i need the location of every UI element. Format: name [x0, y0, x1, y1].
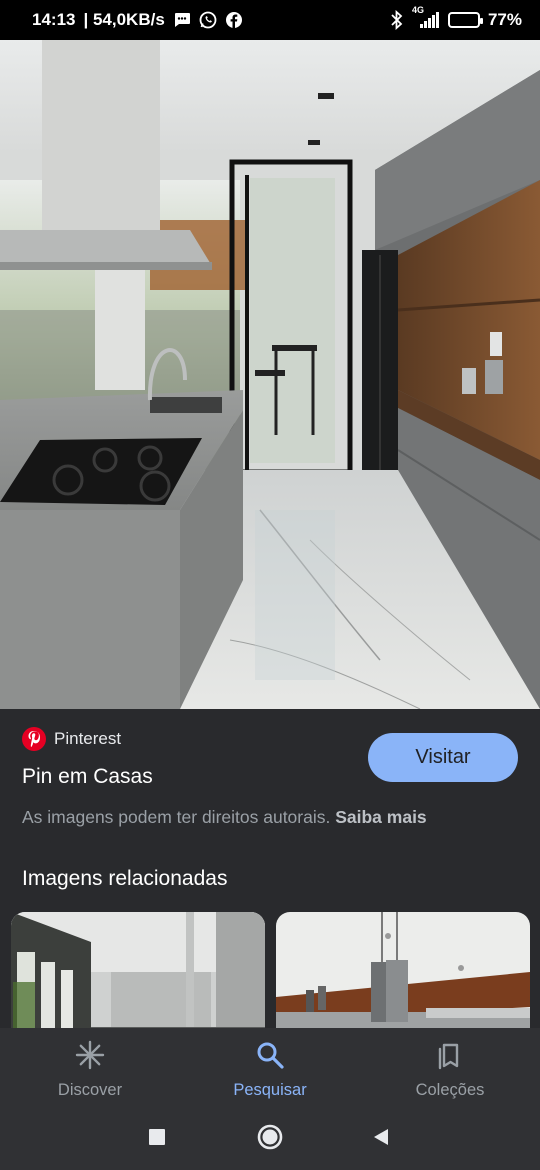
status-bar-left: 14:13 | 54,0KB/s	[32, 10, 243, 30]
source-row[interactable]: Pinterest	[22, 727, 121, 751]
pinterest-logo-icon	[22, 727, 46, 751]
rights-text: As imagens podem ter direitos autorais.	[22, 807, 331, 827]
back-button[interactable]	[366, 1124, 396, 1154]
nav-collections[interactable]: Coleções	[360, 1028, 540, 1108]
related-image-2	[276, 912, 530, 1042]
home-button[interactable]	[255, 1124, 285, 1154]
recents-button[interactable]	[142, 1124, 172, 1154]
related-images-heading: Imagens relacionadas	[22, 867, 228, 890]
status-time: 14:13	[32, 10, 76, 29]
status-bar: 14:13 | 54,0KB/s 4G 77%	[0, 0, 540, 40]
signal-icon: 4G	[412, 5, 440, 29]
asterisk-icon	[75, 1040, 105, 1075]
search-icon	[255, 1040, 285, 1075]
nav-search[interactable]: Pesquisar	[180, 1028, 360, 1108]
nav-search-label: Pesquisar	[233, 1081, 307, 1099]
related-image-thumbnail[interactable]	[276, 912, 530, 1042]
learn-more-link[interactable]: Saiba mais	[335, 807, 426, 827]
visit-button[interactable]: Visitar	[368, 733, 518, 782]
whatsapp-icon	[199, 11, 217, 29]
source-name: Pinterest	[54, 729, 122, 748]
related-image-thumbnail[interactable]	[11, 912, 265, 1042]
pin-title: Pin em Casas	[22, 765, 153, 788]
system-navigation-bar	[0, 1108, 540, 1170]
status-bar-right: 4G 77%	[390, 5, 522, 30]
related-image-1	[11, 912, 265, 1042]
battery-icon	[447, 12, 483, 28]
bookmarks-icon	[435, 1040, 465, 1075]
status-speed: | 54,0KB/s	[83, 10, 165, 29]
pin-image[interactable]	[0, 40, 540, 709]
facebook-icon	[225, 11, 243, 29]
square-icon	[148, 1128, 166, 1151]
pin-info-panel: Pinterest Pin em Casas Visitar As imagen…	[0, 709, 540, 1042]
message-icon	[173, 12, 191, 28]
battery-percent: 77%	[487, 10, 522, 29]
back-triangle-icon	[372, 1127, 390, 1152]
nav-discover-label: Discover	[57, 1081, 123, 1099]
bluetooth-icon	[390, 10, 404, 30]
nav-discover[interactable]: Discover	[0, 1028, 180, 1108]
kitchen-photo	[0, 40, 540, 709]
nav-collections-label: Coleções	[415, 1081, 485, 1099]
circle-icon	[256, 1123, 284, 1156]
copyright-notice: As imagens podem ter direitos autorais. …	[22, 807, 427, 828]
network-type: 4G	[411, 5, 424, 15]
bottom-navigation: Discover Pesquisar Coleções	[0, 1028, 540, 1108]
